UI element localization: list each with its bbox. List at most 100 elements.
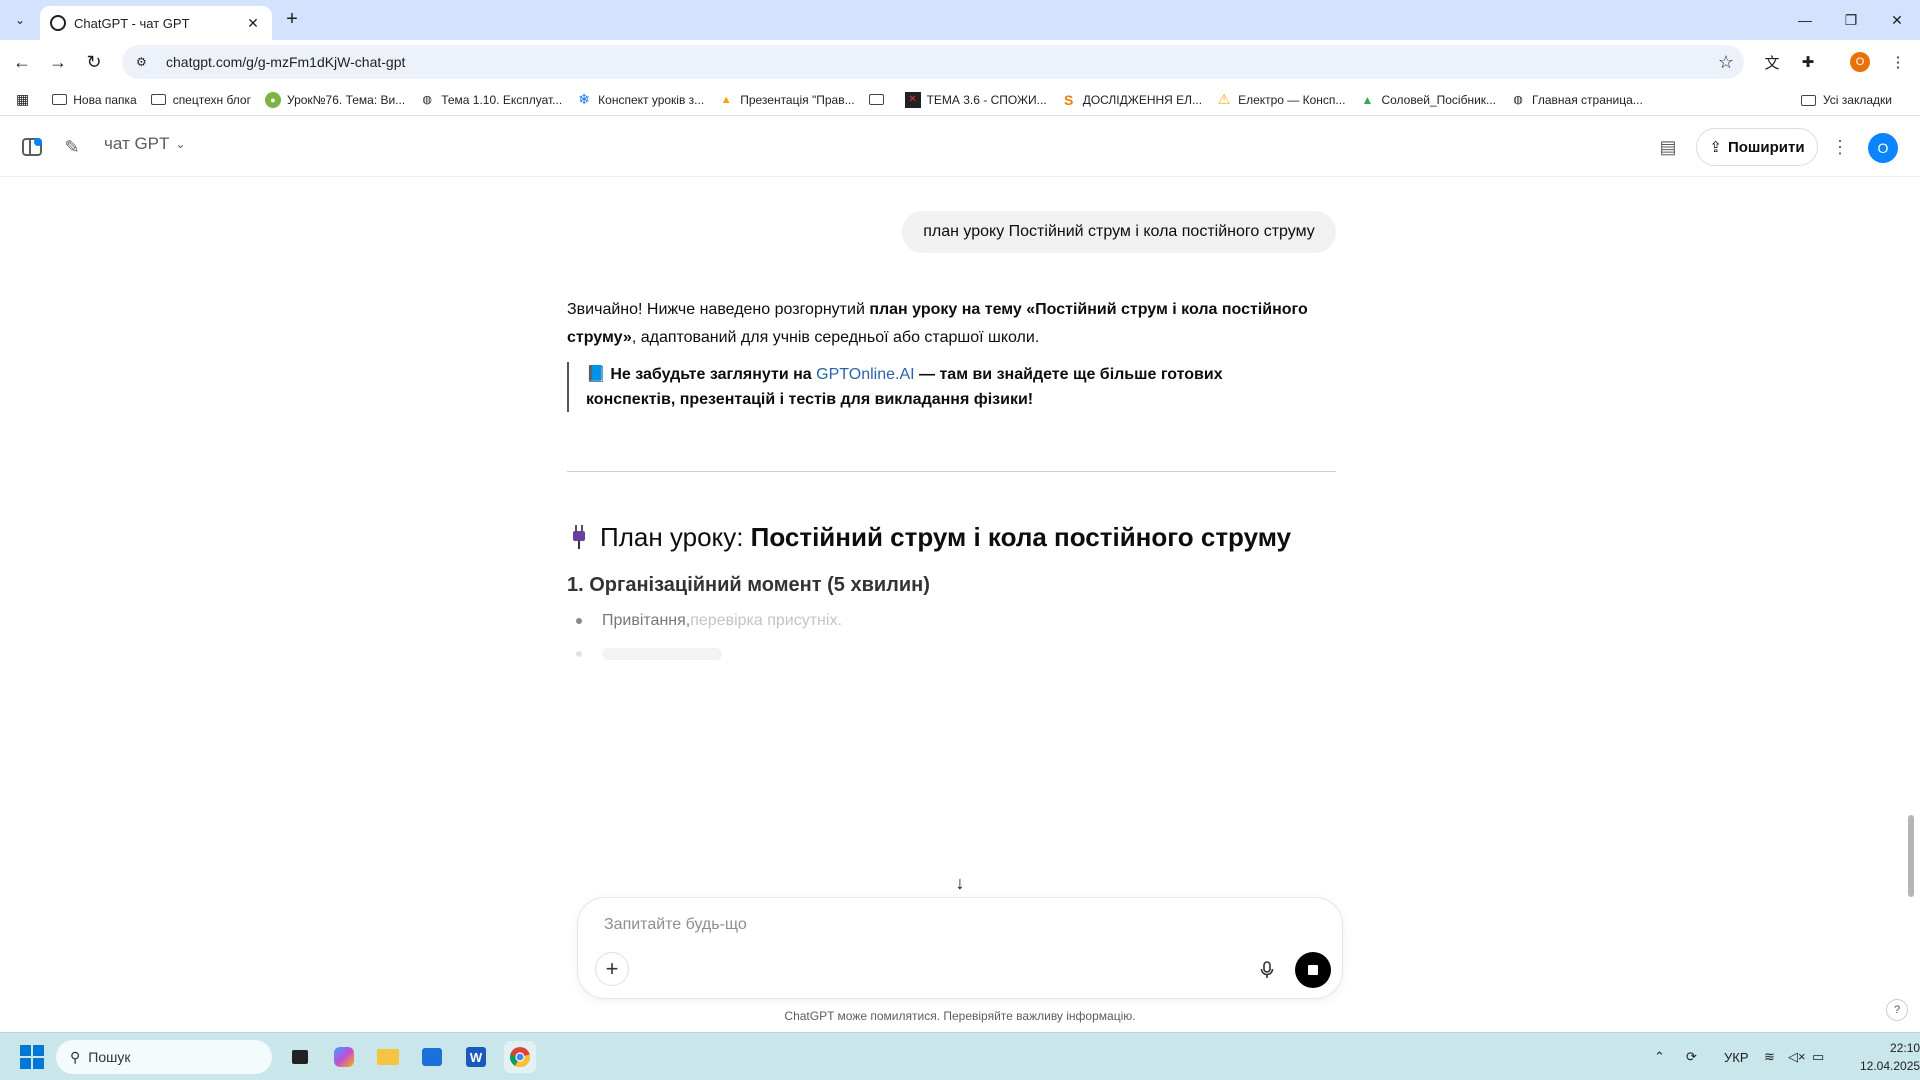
bookmarks-bar: ▦ Нова папка спецтехн блог ● Урок№76. Тем… [0,84,1920,116]
page-scrollbar[interactable] [1908,815,1914,897]
stop-icon [1308,965,1318,975]
bookmark-item[interactable]: спецтехн блог [151,92,251,108]
battery-icon[interactable]: ▭ [1812,1033,1824,1080]
tab-close-icon[interactable]: ✕ [244,15,262,32]
notification-dot [34,138,42,146]
task-view-icon[interactable] [284,1041,316,1073]
chrome-logo-icon [509,1047,531,1068]
sidebar-icon [22,138,42,156]
bullet [576,651,582,657]
share-button[interactable]: ⇪ Поширити [1696,128,1818,166]
windows-start-icon[interactable] [20,1045,44,1069]
microphone-icon [1260,961,1274,978]
warning-icon: ⚠ [1217,91,1231,107]
restore-icon[interactable]: ❐ [1828,0,1874,40]
browser-menu-icon[interactable]: ⋮ [1884,48,1912,76]
site-icon: ● [265,91,281,108]
chatgpt-favicon-icon [50,15,66,31]
apps-grid-icon[interactable]: ▦ [16,91,29,108]
attach-plus-button[interactable]: + [595,952,629,986]
all-bookmarks[interactable]: Усі закладки [1801,84,1892,116]
browser-tab-strip: ⌄ ChatGPT - чат GPT ✕ + — ❐ ✕ [0,0,1920,40]
lesson-plan-heading: План уроку: Постійний струм і кола пості… [572,522,1291,553]
bookmark-star-icon[interactable]: ☆ [1708,52,1744,73]
upload-icon: ⇪ [1709,139,1722,156]
clock-time: 22:10 [1890,1041,1920,1055]
word-icon[interactable]: W [460,1041,492,1073]
windows-taskbar: ⚲ Пошук W ⌃ ⟳ УКР ≋ ◁× ▭ 22:10 12.04.202… [0,1032,1920,1080]
bookmark-item[interactable]: ✕ ТЕМА 3.6 - СПОЖИ... [904,91,1047,108]
plug-icon [573,525,585,549]
message-composer: Запитайте будь-що + [577,897,1343,999]
search-icon: ⚲ [70,1048,81,1065]
store-icon[interactable] [416,1041,448,1073]
sidebar-toggle-button[interactable] [18,133,46,161]
site-info-icon[interactable]: ⚙ [136,55,154,69]
chatgpt-header: ✎ чат GPT ⌄ ▤ ⇪ Поширити ⋮ О [0,117,1920,177]
tab-search-chevron-icon[interactable]: ⌄ [6,8,34,32]
bookmark-item[interactable]: ▲ Презентація "Прав... [718,92,855,108]
bookmark-item[interactable]: ⚠ Електро — Консп... [1216,91,1346,108]
taskbar-search-box[interactable]: ⚲ Пошук [56,1040,272,1074]
url-text[interactable]: chatgpt.com/g/g-mzFm1dKjW-chat-gpt [166,54,1708,70]
profile-avatar: O [1850,52,1870,72]
bookmark-item[interactable]: S ДОСЛІДЖЕННЯ ЕЛ... [1061,92,1202,108]
snowflake-icon: ❄ [578,91,591,107]
promo-blockquote: 📘 Не забудьте заглянути на GPTOnline.AI … [567,362,1307,412]
copilot-icon[interactable] [328,1041,360,1073]
bookmark-item[interactable]: ◍ Тема 1.10. Експлуат... [419,92,562,108]
model-selector[interactable]: чат GPT ⌄ [104,134,185,154]
bullet [576,618,582,624]
bookmark-item[interactable]: Нова папка [51,92,137,108]
list-item-streaming [576,648,722,660]
address-bar[interactable]: ⚙ chatgpt.com/g/g-mzFm1dKjW-chat-gpt ☆ [122,45,1744,79]
tab-title: ChatGPT - чат GPT [74,15,190,31]
fire-icon: ▲ [720,93,732,106]
scroll-down-arrow-icon[interactable]: ↓ [947,870,973,896]
forward-icon[interactable]: → [44,48,72,76]
globe-icon: ◍ [1513,94,1523,106]
section-heading: 1. Організаційний момент (5 хвилин) [567,574,930,596]
reload-icon[interactable]: ↻ [80,48,108,76]
user-avatar[interactable]: О [1868,133,1898,163]
extensions-icon[interactable]: ✚ [1794,48,1822,76]
profile-button[interactable]: O [1846,48,1874,76]
bookmark-item[interactable]: ● Урок№76. Тема: Ви... [265,91,405,108]
drive-icon: ▲ [1361,92,1374,107]
share-label: Поширити [1727,138,1805,156]
sync-icon[interactable]: ⟳ [1686,1033,1697,1080]
globe-icon: ◍ [422,94,432,106]
system-clock[interactable]: 22:10 12.04.2025 [1860,1039,1920,1075]
wifi-icon[interactable]: ≋ [1764,1033,1775,1080]
answer-intro: Звичайно! Нижче наведено розгорнутий пла… [567,301,1308,346]
more-options-icon[interactable]: ⋮ [1826,133,1854,161]
window-close-icon[interactable]: ✕ [1874,0,1920,40]
chrome-icon[interactable] [504,1041,536,1073]
folder-icon [51,94,67,105]
gptonline-link[interactable]: GPTOnline.AI [816,366,914,383]
minimize-icon[interactable]: — [1782,0,1828,40]
tray-overflow-icon[interactable]: ⌃ [1654,1033,1665,1080]
help-button[interactable]: ? [1886,999,1908,1021]
file-explorer-icon[interactable] [372,1041,404,1073]
folder-icon [869,94,885,105]
folder-icon [151,94,167,105]
volume-muted-icon[interactable]: ◁× [1788,1033,1806,1080]
microphone-button[interactable] [1253,956,1281,984]
prompt-input[interactable]: Запитайте будь-що [604,916,747,934]
stop-generating-button[interactable] [1295,952,1331,988]
bookmark-item[interactable]: ◍ Главная страница... [1510,92,1643,108]
bookmark-item[interactable]: ❄ Конспект уроків з... [576,91,704,108]
canvas-document-icon[interactable]: ▤ [1654,133,1682,161]
language-indicator[interactable]: УКР [1724,1033,1749,1080]
back-icon[interactable]: ← [8,48,36,76]
browser-tab-active[interactable]: ChatGPT - чат GPT ✕ [40,6,272,40]
disclaimer-text: ChatGPT може помилятися. Перевіряйте важ… [784,1009,1136,1023]
new-chat-pencil-icon[interactable]: ✎ [58,133,86,161]
folder-icon [1801,94,1817,106]
new-tab-icon[interactable]: + [280,8,304,32]
bookmark-item[interactable]: ▲ Соловей_Посібник... [1359,92,1496,108]
list-item: Привітання, перевірка присутніх. [576,612,842,630]
translate-icon[interactable]: 文 [1758,48,1786,76]
bookmark-folder[interactable] [869,92,891,108]
